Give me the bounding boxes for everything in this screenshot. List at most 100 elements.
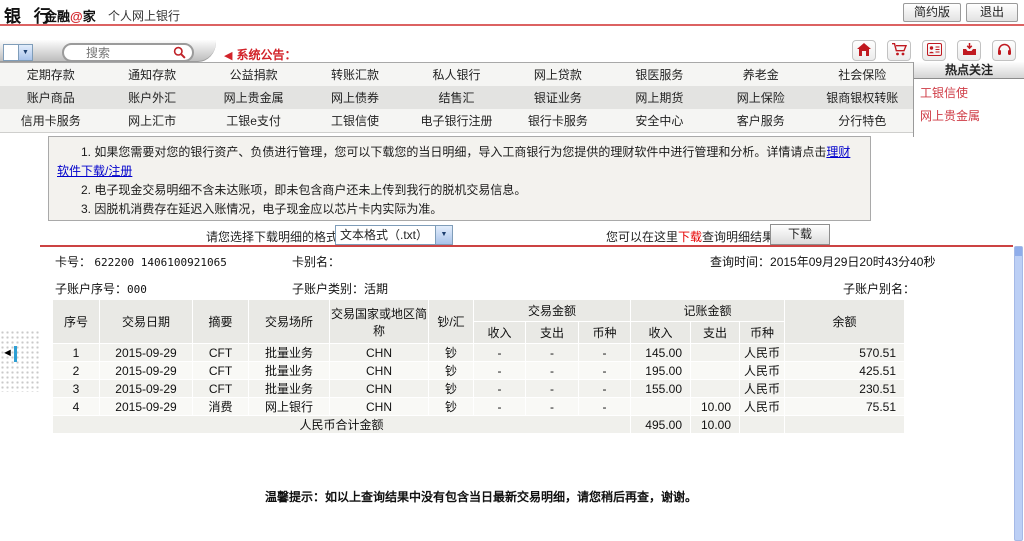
cart-icon <box>892 43 907 59</box>
brand-logo: 金融@家 <box>44 6 96 25</box>
announcement-bar: ◀ 系统公告： <box>224 46 296 63</box>
menu-item-icbc-epay[interactable]: 工银e支付 <box>203 112 304 129</box>
inbox-button[interactable] <box>957 40 981 61</box>
home-icon <box>857 43 871 59</box>
page-scrollbar[interactable] <box>1014 246 1023 541</box>
cell: CHN <box>330 380 428 397</box>
cell: 批量业务 <box>249 362 329 379</box>
menu-item-bank-securities[interactable]: 银证业务 <box>507 89 608 106</box>
note-1-text: 1. 如果您需要对您的银行资产、负债进行管理，您可以下载您的当日明细，导入工商银… <box>81 145 826 159</box>
menu-item-private-banking[interactable]: 私人银行 <box>406 66 507 83</box>
menu-item-branch-feature[interactable]: 分行特色 <box>812 112 913 129</box>
cell: 钞 <box>429 344 473 361</box>
search-box[interactable] <box>62 43 194 62</box>
cell: 钞 <box>429 380 473 397</box>
download-button[interactable]: 下载 <box>770 224 830 245</box>
hot-link-icbc-messenger[interactable]: 工银信使 <box>914 79 1024 102</box>
search-input[interactable] <box>86 46 166 59</box>
menu-item-fixed-deposit[interactable]: 定期存款 <box>0 66 101 83</box>
hot-topics-title: 热点关注 <box>914 62 1024 79</box>
cart-button[interactable] <box>887 40 911 61</box>
sub-account-type-row: 子账户类别：活期 <box>292 280 388 297</box>
menu-item-online-insurance[interactable]: 网上保险 <box>710 89 811 106</box>
brand-suffix: 家 <box>83 9 96 24</box>
simple-version-button[interactable]: 简约版 <box>903 3 961 22</box>
cell: 75.51 <box>785 398 904 415</box>
menu-item-social-insurance[interactable]: 社会保险 <box>812 66 913 83</box>
site-subtitle: 个人网上银行 <box>108 7 180 24</box>
download-hint: 您可以在这里下载查询明细结果 <box>606 228 774 245</box>
chevron-down-icon[interactable]: ▼ <box>435 226 452 244</box>
collapse-left-icon[interactable]: ◄ <box>2 347 13 359</box>
card-no-value: 622200 1406100921065 <box>94 256 226 269</box>
menu-item-online-bond[interactable]: 网上债券 <box>304 89 405 106</box>
menu-item-credit-card-service[interactable]: 信用卡服务 <box>0 112 101 129</box>
customer-service-button[interactable] <box>992 40 1016 61</box>
hint-prefix: 您可以在这里 <box>606 230 678 244</box>
menu-item-ebanking-register[interactable]: 电子银行注册 <box>406 112 507 129</box>
scrollbar-thumb-cap <box>1015 247 1022 256</box>
menu-item-security-center[interactable]: 安全中心 <box>609 112 710 129</box>
col-header-book-income: 收入 <box>631 322 690 343</box>
menu-item-bank-merchant-transfer[interactable]: 银商银权转账 <box>812 89 913 106</box>
menu-item-online-futures[interactable]: 网上期货 <box>609 89 710 106</box>
cell <box>691 362 739 379</box>
menu-item-bank-medical[interactable]: 银医服务 <box>609 66 710 83</box>
search-icon[interactable] <box>173 46 186 62</box>
menu-item-pension[interactable]: 养老金 <box>710 66 811 83</box>
menu-row-1: 定期存款 通知存款 公益捐款 转账汇款 私人银行 网上贷款 银医服务 养老金 社… <box>0 63 913 86</box>
hint-suffix: 查询明细结果 <box>702 230 774 244</box>
quick-nav-dropdown[interactable]: ▼ <box>3 44 33 61</box>
cell: - <box>526 380 578 397</box>
note-line-3: 3. 因脱机消费存在延迟入账情况，电子现金应以芯片卡内实际为准。 <box>57 200 862 219</box>
menu-item-fx-settlement[interactable]: 结售汇 <box>406 89 507 106</box>
logout-button[interactable]: 退出 <box>966 3 1018 22</box>
col-header-book-currency: 币种 <box>740 322 784 343</box>
chevron-down-icon[interactable]: ▼ <box>18 45 32 60</box>
menu-item-online-loan[interactable]: 网上贷款 <box>507 66 608 83</box>
sub-alias-label: 子账户别名： <box>843 280 915 297</box>
cell: 570.51 <box>785 344 904 361</box>
col-header-trade-expense: 支出 <box>526 322 578 343</box>
cell: 195.00 <box>631 362 690 379</box>
menu-item-customer-service[interactable]: 客户服务 <box>710 112 811 129</box>
col-header-no: 序号 <box>53 300 99 343</box>
announcement-label: 系统公告： <box>236 48 296 62</box>
menu-item-precious-metal[interactable]: 网上贵金属 <box>203 89 304 106</box>
menu-item-online-fx-market[interactable]: 网上汇市 <box>101 112 202 129</box>
format-select[interactable]: 文本格式（.txt） ▼ <box>335 225 453 245</box>
cell: 2015-09-29 <box>100 362 192 379</box>
announcement-speaker-icon: ◀ <box>224 50 232 62</box>
menu-item-bank-card-service[interactable]: 银行卡服务 <box>507 112 608 129</box>
cell: 人民币 <box>740 398 784 415</box>
cell: 人民币 <box>740 344 784 361</box>
cell: 1 <box>53 344 99 361</box>
menu-item-account-forex[interactable]: 账户外汇 <box>101 89 202 106</box>
menu-item-charity-donation[interactable]: 公益捐款 <box>203 66 304 83</box>
sidebar-collapse-handle[interactable]: ◄ <box>0 330 40 392</box>
cell: 2015-09-29 <box>100 344 192 361</box>
menu-item-account-commodity[interactable]: 账户商品 <box>0 89 101 106</box>
cell: 2015-09-29 <box>100 398 192 415</box>
download-link[interactable]: 下载 <box>678 230 702 244</box>
contacts-button[interactable] <box>922 40 946 61</box>
cell: - <box>474 398 525 415</box>
col-header-trade-currency: 币种 <box>579 322 630 343</box>
col-header-book-group: 记账金额 <box>631 300 784 321</box>
hot-link-precious-metal[interactable]: 网上贵金属 <box>914 102 1024 125</box>
cell: CHN <box>330 344 428 361</box>
sub-account-seq-row: 子账户序号：000 <box>55 280 147 297</box>
card-no-label: 卡号： <box>55 255 91 269</box>
table-row: 3 2015-09-29 CFT 批量业务 CHN 钞 - - - 155.00… <box>53 380 904 397</box>
col-header-trade-group: 交易金额 <box>474 300 630 321</box>
menu-item-transfer-remit[interactable]: 转账汇款 <box>304 66 405 83</box>
col-header-date: 交易日期 <box>100 300 192 343</box>
cell: - <box>526 344 578 361</box>
menu-item-icbc-messenger[interactable]: 工银信使 <box>304 112 405 129</box>
cell: - <box>474 380 525 397</box>
transactions-table-wrap: 序号 交易日期 摘要 交易场所 交易国家或地区简称 钞/汇 交易金额 记账金额 … <box>52 299 905 434</box>
cell <box>691 380 739 397</box>
menu-item-notice-deposit[interactable]: 通知存款 <box>101 66 202 83</box>
home-button[interactable] <box>852 40 876 61</box>
query-time-value: 2015年09月29日20时43分40秒 <box>770 255 935 269</box>
